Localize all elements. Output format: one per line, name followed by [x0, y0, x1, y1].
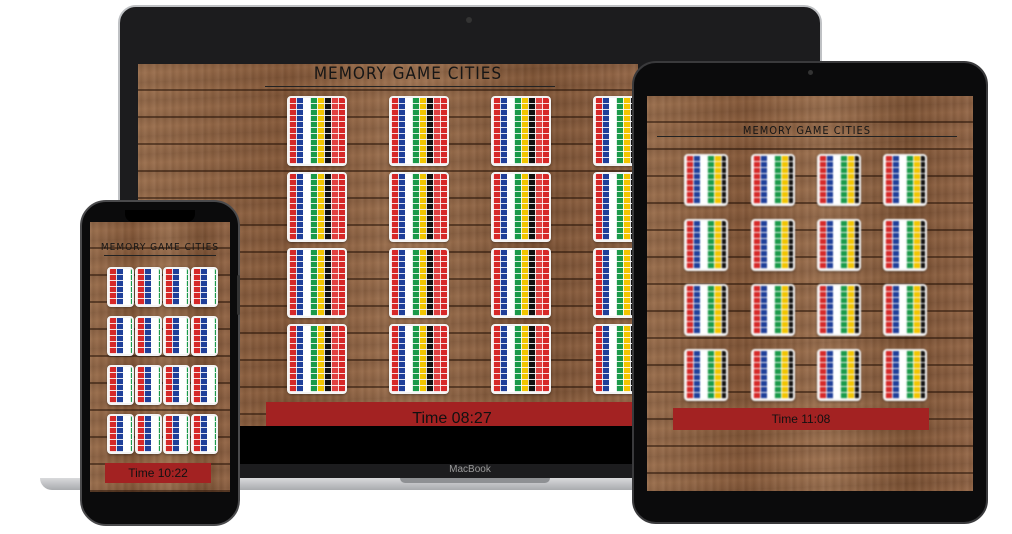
memory-card[interactable] [883, 219, 927, 271]
memory-card[interactable] [817, 284, 861, 336]
memory-card[interactable] [135, 414, 162, 454]
memory-card[interactable] [107, 267, 134, 307]
memory-card[interactable] [491, 172, 551, 242]
memory-card[interactable] [389, 96, 449, 166]
memory-card[interactable] [163, 414, 190, 454]
memory-card[interactable] [287, 172, 347, 242]
memory-card[interactable] [107, 414, 134, 454]
memory-card[interactable] [389, 248, 449, 318]
memory-card[interactable] [883, 154, 927, 206]
tablet-title-underline [657, 136, 957, 137]
memory-card[interactable] [684, 219, 728, 271]
memory-card[interactable] [191, 267, 218, 307]
laptop-camera [466, 17, 472, 23]
memory-card[interactable] [817, 154, 861, 206]
memory-card[interactable] [191, 316, 218, 356]
laptop-timer-bar: Time 08:27 [266, 402, 638, 426]
memory-card[interactable] [135, 267, 162, 307]
laptop-game-title: MEMORY GAME CITIES [313, 64, 503, 84]
memory-card[interactable] [107, 365, 134, 405]
tablet-camera [808, 70, 813, 75]
memory-card[interactable] [163, 267, 190, 307]
memory-card[interactable] [883, 284, 927, 336]
memory-card[interactable] [491, 324, 551, 394]
laptop-title-underline [265, 86, 555, 87]
memory-card[interactable] [135, 365, 162, 405]
memory-card[interactable] [751, 349, 795, 401]
memory-card[interactable] [389, 324, 449, 394]
memory-card[interactable] [751, 219, 795, 271]
phone-timer-bar: Time 10:22 [105, 463, 211, 483]
memory-card[interactable] [491, 96, 551, 166]
phone-game-title: MEMORY GAME CITIES [100, 242, 220, 253]
memory-card[interactable] [684, 349, 728, 401]
phone-screen: MEMORY GAME CITIES Time 10:22 [90, 222, 230, 492]
memory-card[interactable] [191, 365, 218, 405]
memory-card[interactable] [287, 96, 347, 166]
tablet-timer-bar: Time 11:08 [673, 408, 929, 430]
memory-card[interactable] [883, 349, 927, 401]
laptop-brand-label: MacBook [449, 464, 491, 475]
memory-card[interactable] [751, 154, 795, 206]
memory-card[interactable] [491, 248, 551, 318]
laptop-hinge-notch [400, 478, 550, 483]
phone-title-underline [104, 255, 216, 256]
memory-card[interactable] [684, 154, 728, 206]
memory-card[interactable] [817, 349, 861, 401]
memory-card[interactable] [287, 248, 347, 318]
memory-card[interactable] [191, 414, 218, 454]
memory-card[interactable] [163, 316, 190, 356]
memory-card[interactable] [751, 284, 795, 336]
memory-card[interactable] [163, 365, 190, 405]
memory-card[interactable] [287, 324, 347, 394]
memory-card[interactable] [817, 219, 861, 271]
memory-card[interactable] [135, 316, 162, 356]
memory-card[interactable] [684, 284, 728, 336]
phone-side-button [237, 275, 240, 315]
memory-card[interactable] [107, 316, 134, 356]
memory-card[interactable] [389, 172, 449, 242]
tablet-screen: MEMORY GAME CITIES Time 11:08 [647, 96, 973, 491]
phone-notch [125, 210, 195, 222]
